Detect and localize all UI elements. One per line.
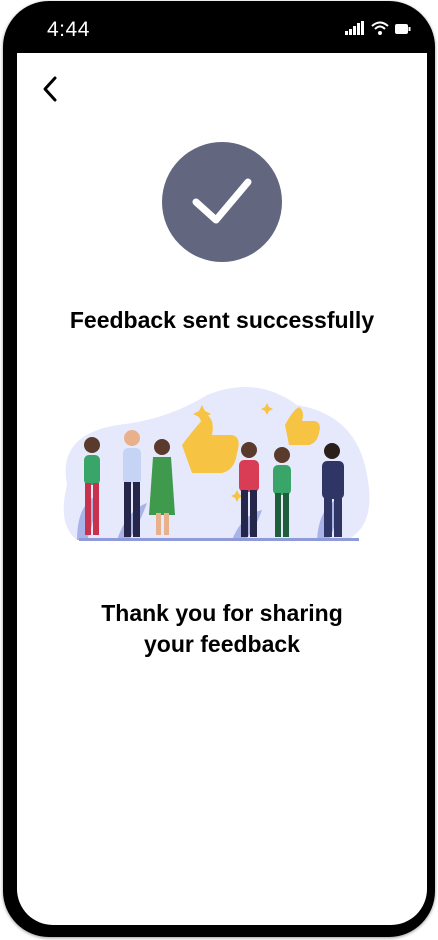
success-badge bbox=[162, 142, 282, 262]
checkmark-icon bbox=[192, 178, 252, 224]
thank-you-line-2: your feedback bbox=[144, 631, 300, 657]
status-icons bbox=[345, 21, 411, 35]
chevron-left-icon bbox=[43, 76, 57, 102]
screen: Feedback sent successfully Thank you for… bbox=[17, 53, 427, 925]
phone-frame: 4:44 Feedback sent successfully Thank yo… bbox=[3, 1, 435, 937]
status-bar: 4:44 bbox=[17, 1, 427, 53]
status-time: 4:44 bbox=[47, 18, 90, 41]
back-button[interactable] bbox=[35, 73, 67, 105]
wifi-icon bbox=[371, 21, 389, 35]
battery-icon bbox=[395, 24, 411, 34]
thank-you-message: Thank you for sharing your feedback bbox=[57, 598, 387, 660]
thank-you-line-1: Thank you for sharing bbox=[101, 600, 343, 626]
signal-icon bbox=[345, 21, 364, 35]
people-celebrating-thumbs-up-illustration bbox=[63, 387, 370, 541]
success-headline: Feedback sent successfully bbox=[69, 307, 375, 333]
